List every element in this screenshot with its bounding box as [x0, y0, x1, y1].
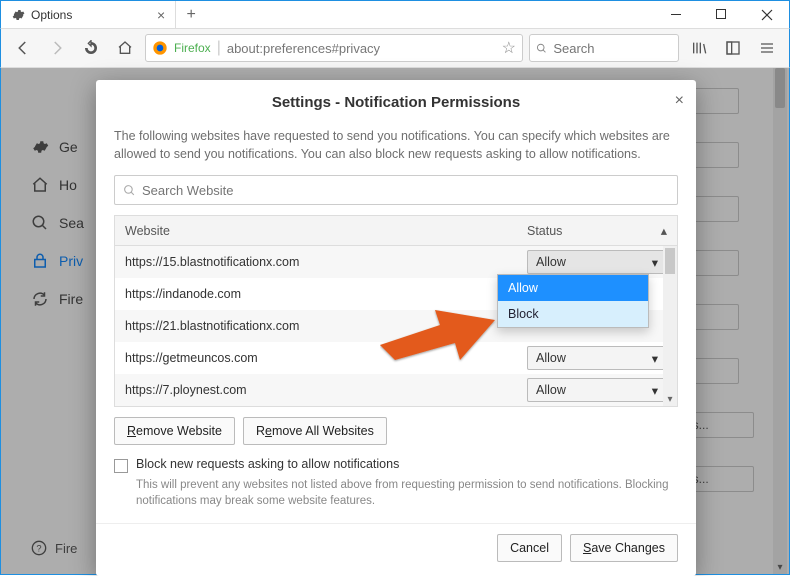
- address-bar[interactable]: Firefox | about:preferences#privacy ☆: [145, 34, 523, 62]
- block-new-requests-label: Block new requests asking to allow notif…: [136, 457, 399, 471]
- table-header: Website Status ▴: [115, 216, 677, 246]
- search-icon: [536, 42, 547, 55]
- menu-button[interactable]: [753, 34, 781, 62]
- chevron-down-icon: ▾: [652, 351, 658, 366]
- bookmark-star-icon[interactable]: ☆: [502, 38, 516, 58]
- chevron-down-icon: ▾: [652, 255, 658, 270]
- firefox-icon: [152, 40, 168, 56]
- close-window-button[interactable]: [744, 1, 789, 28]
- tab-title: Options: [31, 8, 151, 22]
- window-titlebar: Options × +: [0, 0, 790, 28]
- block-new-requests-description: This will prevent any websites not liste…: [96, 475, 696, 515]
- remove-all-websites-button[interactable]: Remove All Websites: [243, 417, 387, 445]
- dropdown-option-block[interactable]: Block: [498, 301, 648, 327]
- save-changes-button[interactable]: Save Changes: [570, 534, 678, 562]
- minimize-button[interactable]: [654, 1, 699, 28]
- window-controls: [654, 1, 789, 28]
- reload-button[interactable]: [77, 34, 105, 62]
- close-dialog-button[interactable]: ×: [675, 92, 684, 110]
- scroll-thumb[interactable]: [665, 248, 675, 274]
- browser-toolbar: Firefox | about:preferences#privacy ☆: [0, 28, 790, 68]
- column-status[interactable]: Status ▴: [517, 223, 677, 238]
- status-dropdown[interactable]: Allow▾: [527, 346, 667, 370]
- notification-permissions-dialog: Settings - Notification Permissions × Th…: [96, 80, 696, 576]
- table-row[interactable]: https://7.ploynest.com Allow▾: [115, 374, 677, 406]
- dropdown-option-allow[interactable]: Allow: [498, 275, 648, 301]
- search-icon: [123, 184, 136, 197]
- permissions-table: Website Status ▴ https://15.blastnotific…: [114, 215, 678, 407]
- table-row[interactable]: https://getmeuncos.com Allow▾: [115, 342, 677, 374]
- library-button[interactable]: [685, 34, 713, 62]
- sort-arrow-icon: ▴: [661, 223, 667, 238]
- sidebar-button[interactable]: [719, 34, 747, 62]
- browser-tab[interactable]: Options ×: [1, 1, 176, 28]
- url-text: about:preferences#privacy: [227, 41, 496, 56]
- status-dropdown-menu: Allow Block: [497, 274, 649, 328]
- block-new-requests-checkbox[interactable]: [114, 459, 128, 473]
- identity-label: Firefox: [174, 41, 211, 55]
- dialog-title: Settings - Notification Permissions: [96, 94, 696, 111]
- close-tab-icon[interactable]: ×: [157, 7, 165, 23]
- forward-button[interactable]: [43, 34, 71, 62]
- new-tab-button[interactable]: +: [176, 1, 206, 28]
- table-scrollbar[interactable]: ▴ ▾: [663, 246, 677, 406]
- column-website[interactable]: Website: [115, 224, 517, 238]
- status-dropdown[interactable]: Allow▾: [527, 378, 667, 402]
- search-bar[interactable]: [529, 34, 679, 62]
- gear-icon: [11, 8, 25, 22]
- status-dropdown[interactable]: Allow▾: [527, 250, 667, 274]
- dialog-description: The following websites have requested to…: [96, 121, 696, 175]
- home-button[interactable]: [111, 34, 139, 62]
- modal-overlay: Settings - Notification Permissions × Th…: [1, 68, 789, 574]
- search-website-input[interactable]: [142, 183, 669, 198]
- search-input[interactable]: [553, 41, 672, 56]
- remove-website-button[interactable]: Remove Website: [114, 417, 235, 445]
- back-button[interactable]: [9, 34, 37, 62]
- chevron-down-icon: ▾: [652, 383, 658, 398]
- maximize-button[interactable]: [699, 1, 744, 28]
- cancel-button[interactable]: Cancel: [497, 534, 562, 562]
- scroll-down-icon[interactable]: ▾: [663, 392, 677, 406]
- search-website-field[interactable]: [114, 175, 678, 205]
